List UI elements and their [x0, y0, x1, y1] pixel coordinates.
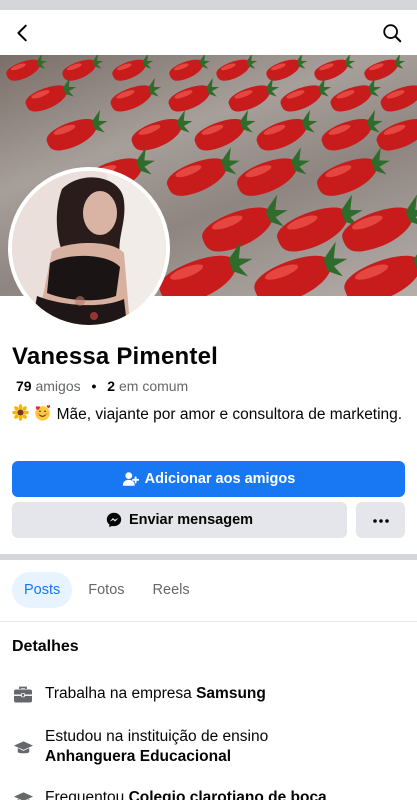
strawberry: [167, 147, 240, 196]
strawberry: [280, 77, 332, 112]
bio-text: Mãe, viajante por amor e consultora de m…: [56, 406, 403, 423]
detail-attended[interactable]: Frequentou Colegio clarotiano de boca: [12, 788, 407, 800]
graduation-cap-icon: [12, 788, 34, 800]
chevron-left-icon[interactable]: [10, 20, 36, 46]
profile-picture[interactable]: [8, 167, 170, 329]
tabs-divider: [0, 621, 417, 622]
section-divider: [0, 554, 417, 560]
detail-attended-prefix: Frequentou: [45, 789, 129, 800]
detail-work-company: Samsung: [196, 685, 266, 702]
strawberry: [266, 55, 308, 81]
friends-label: amigos: [35, 378, 81, 394]
separator-dot: •: [91, 378, 97, 394]
status-strip: [0, 0, 417, 10]
strawberry: [364, 55, 406, 81]
strawberry: [314, 55, 356, 81]
detail-education[interactable]: Estudou na instituição de ensino Anhangue…: [12, 727, 407, 767]
more-dots-icon: [372, 511, 390, 529]
strawberry: [62, 55, 104, 81]
profile-bio: Mãe, viajante por amor e consultora de m…: [12, 404, 407, 427]
detail-attended-text: Frequentou Colegio clarotiano de boca: [45, 788, 327, 800]
strawberry: [256, 109, 318, 151]
profile-tabs: Posts Fotos Reels: [12, 572, 206, 608]
avatar: [12, 171, 166, 325]
tab-photos[interactable]: Fotos: [76, 572, 136, 608]
strawberry: [169, 55, 211, 81]
smiling-face-with-hearts-icon: [33, 404, 52, 427]
send-message-label: Enviar mensagem: [128, 512, 254, 528]
profile-name: Vanessa Pimentel: [12, 343, 218, 370]
strawberry: [131, 109, 193, 151]
strawberry: [330, 77, 382, 112]
search-icon[interactable]: [379, 20, 405, 46]
strawberry: [194, 109, 256, 151]
send-message-button[interactable]: Enviar mensagem: [12, 502, 347, 538]
friends-count-line[interactable]: 79 amigos • 2 em comum: [16, 378, 188, 394]
briefcase-icon: [12, 684, 34, 706]
sunflower-icon: [12, 404, 29, 427]
strawberry: [228, 77, 280, 112]
strawberry: [168, 77, 220, 112]
strawberry: [317, 147, 390, 196]
strawberry: [46, 109, 108, 151]
strawberry: [376, 119, 417, 151]
detail-education-prefix: Estudou na instituição de ensino: [45, 728, 269, 745]
add-friend-button[interactable]: Adicionar aos amigos: [12, 461, 405, 497]
tab-posts[interactable]: Posts: [12, 572, 73, 608]
add-friend-icon: [122, 471, 139, 487]
detail-education-text: Estudou na instituição de ensino Anhangue…: [45, 727, 268, 767]
friends-count: 79: [16, 378, 32, 394]
strawberry: [321, 109, 383, 151]
strawberry: [6, 55, 48, 81]
detail-education-school: Anhanguera Educacional: [45, 748, 232, 765]
strawberry: [380, 85, 417, 112]
more-options-button[interactable]: [356, 502, 405, 538]
strawberry: [112, 55, 154, 81]
strawberry: [202, 194, 288, 252]
graduation-cap-icon: [12, 737, 34, 759]
detail-work-prefix: Trabalha na empresa: [45, 685, 197, 702]
tab-reels[interactable]: Reels: [141, 572, 202, 608]
strawberry: [237, 147, 310, 196]
mutual-count: 2: [107, 378, 116, 394]
detail-work-text: Trabalha na empresa Samsung: [45, 684, 266, 704]
strawberry: [110, 77, 162, 112]
detail-work[interactable]: Trabalha na empresa Samsung: [12, 684, 407, 706]
mutual-label: em comum: [118, 378, 189, 394]
strawberry: [25, 77, 77, 112]
add-friend-label: Adicionar aos amigos: [144, 471, 296, 487]
detail-attended-school: Colegio clarotiano de boca: [128, 789, 327, 800]
messenger-icon: [106, 512, 122, 528]
top-navigation-bar: [0, 10, 417, 54]
strawberry: [216, 55, 258, 81]
details-heading: Detalhes: [12, 638, 79, 655]
